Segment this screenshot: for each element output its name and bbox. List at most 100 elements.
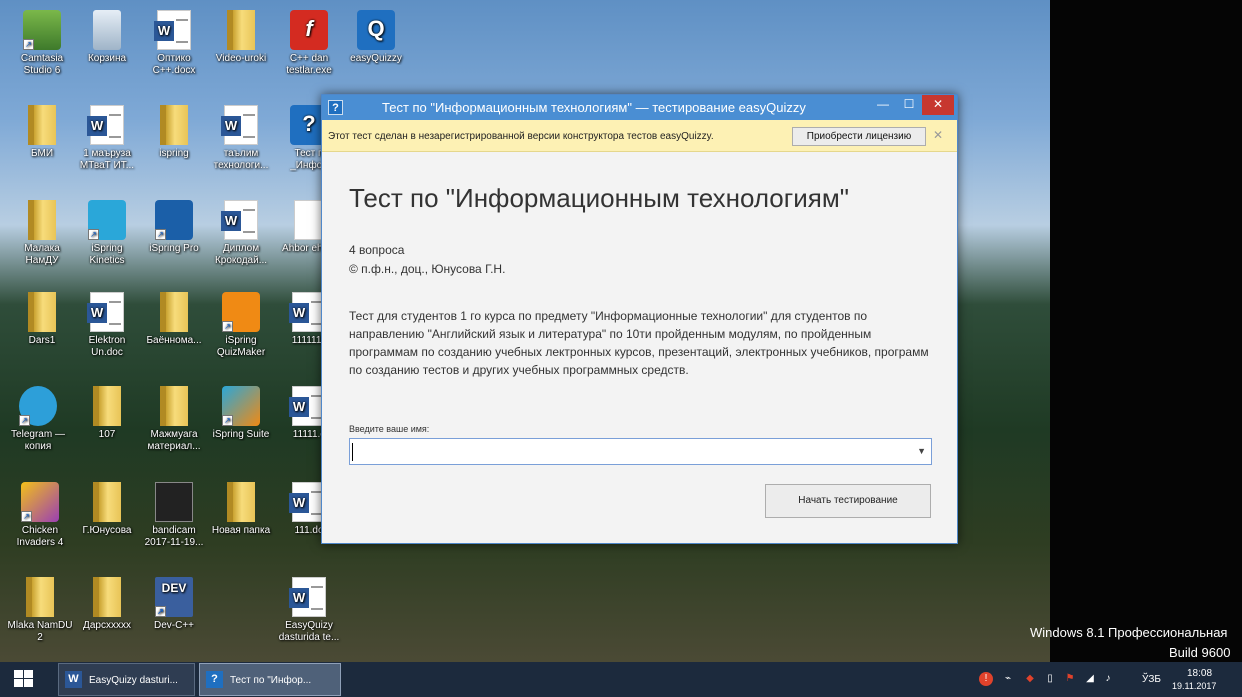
recycle-bin-icon [93, 10, 121, 50]
desktop-icon-ispring-pro[interactable]: ↗ iSpring Pro [141, 200, 207, 286]
desktop-icon-diplom[interactable]: Диплом Крокодай... [208, 200, 274, 286]
desktop-icon-lecture1[interactable]: 1 маъруза МТваТ ИТ... [74, 105, 140, 191]
telegram-icon: ↗ [19, 386, 57, 426]
desktop-icon-yunusova[interactable]: Г.Юнусова [74, 482, 140, 568]
desktop-icon-talim[interactable]: таълим технологи... [208, 105, 274, 191]
wifi-icon[interactable]: ◢ [1083, 672, 1097, 686]
start-button[interactable] [0, 662, 48, 697]
desktop-icon-camtasia[interactable]: ↗ Camtasia Studio 6 [9, 10, 75, 96]
easyquizzy-icon: ? [206, 671, 223, 688]
desktop-icon-malaka[interactable]: Малака НамДУ [9, 200, 75, 286]
clock-date[interactable]: 19.11.2017 [1172, 681, 1216, 691]
shield-icon[interactable]: ◆ [1023, 672, 1037, 686]
desktop-icon-ispring-folder[interactable]: ispring [141, 105, 207, 191]
easyquizzy-icon: ? [328, 100, 343, 115]
system-tray: ! ⌁ ◆ ▯ ⚑ ◢ ♪ ЎЗБ 18:08 19.11.2017 [975, 662, 1242, 697]
word-doc-icon [87, 292, 124, 332]
taskbar-item-word[interactable]: W EasyQuizy dasturi... [58, 663, 195, 696]
windows-logo-icon [14, 670, 34, 688]
desktop-icon-telegram[interactable]: ↗ Telegram — копия [5, 386, 71, 472]
folder-icon [160, 386, 188, 426]
question-count: 4 вопроса [349, 243, 405, 257]
chevron-down-icon[interactable]: ▼ [917, 446, 926, 456]
desktop: ↗ Camtasia Studio 6 БМИ Малака НамДУ Dars… [0, 0, 1242, 697]
word-doc-icon [289, 577, 326, 617]
notice-close-icon[interactable]: ✕ [933, 128, 943, 142]
test-author: © п.ф.н., доц., Юнусова Г.Н. [349, 262, 506, 276]
minimize-button[interactable]: — [870, 95, 896, 115]
name-field-label: Введите ваше имя: [349, 424, 430, 434]
clock-time[interactable]: 18:08 [1187, 668, 1212, 679]
word-doc-icon [221, 105, 258, 145]
start-test-button[interactable]: Начать тестирование [765, 484, 931, 518]
desktop-icon-devcpp[interactable]: DEV ↗ Dev-C++ [141, 577, 207, 663]
folder-icon [227, 482, 255, 522]
word-doc-icon: W [65, 671, 82, 688]
buy-license-button[interactable]: Приобрести лицензию [792, 127, 926, 146]
desktop-icon-mlaka2[interactable]: Mlaka NamDU 2 [7, 577, 73, 663]
desktop-icon-bayonnoma[interactable]: Баённома... [141, 292, 207, 378]
test-start-panel: Тест по "Информационным технологиям" 4 в… [322, 153, 957, 543]
flash-icon: f [290, 10, 328, 50]
desktop-icon-dars[interactable]: Дарсxxxxx [74, 577, 140, 663]
desktop-icon-ispring-kinetics[interactable]: ↗ iSpring Kinetics [74, 200, 140, 286]
desktop-icon-optiko[interactable]: Оптико C++.docx [141, 10, 207, 96]
name-input[interactable]: ▼ [349, 438, 932, 465]
desktop-icon-majmuaga[interactable]: Мажмуага материал... [141, 386, 207, 472]
desktop-icon-bandicam[interactable]: bandicam 2017-11-19... [141, 482, 207, 568]
window-title: Тест по "Информационным технологиям" — т… [382, 100, 806, 115]
folder-icon [93, 386, 121, 426]
ispring-quizmaker-icon: ↗ [222, 292, 260, 332]
ispring-pro-icon: ↗ [155, 200, 193, 240]
windows-watermark-edition: Windows 8.1 Профессиональная [1030, 625, 1228, 640]
taskbar: W EasyQuizy dasturi... ? Тест по "Инфор.… [0, 662, 1242, 697]
desktop-icon-easyquizy-doc[interactable]: EasyQuizy dasturida te... [276, 577, 342, 663]
desktop-icon-cpp-tests[interactable]: f C++ dan testlar.exe [276, 10, 342, 96]
desktop-icon-dars1[interactable]: Dars1 [9, 292, 75, 378]
network-icon[interactable]: ⌁ [1001, 672, 1015, 686]
volume-icon[interactable]: ♪ [1101, 672, 1115, 686]
word-doc-icon [154, 10, 191, 50]
desktop-icon-ispring-suite[interactable]: ↗ iSpring Suite [208, 386, 274, 472]
bandicam-icon [155, 482, 193, 522]
desktop-icon-ispring-quizmaker[interactable]: ↗ iSpring QuizMaker [208, 292, 274, 378]
easyquizzy-window: ? Тест по "Информационным технологиям" —… [321, 94, 958, 544]
folder-icon [93, 577, 121, 617]
desktop-icon-elektron[interactable]: Elektron Un.doc [74, 292, 140, 378]
folder-icon [227, 10, 255, 50]
flag-icon[interactable]: ⚑ [1063, 672, 1077, 686]
desktop-icon-recycle-bin[interactable]: Корзина [74, 10, 140, 96]
folder-icon [160, 292, 188, 332]
folder-icon [160, 105, 188, 145]
wallpaper-black-area [1050, 0, 1242, 662]
ispring-kinetics-icon: ↗ [88, 200, 126, 240]
folder-icon [28, 105, 56, 145]
devcpp-icon: DEV ↗ [155, 577, 193, 617]
battery-icon[interactable]: ▯ [1043, 672, 1057, 686]
document-icon [294, 200, 324, 240]
maximize-button[interactable]: ☐ [896, 95, 922, 115]
language-indicator[interactable]: ЎЗБ [1142, 674, 1161, 685]
word-doc-icon [87, 105, 124, 145]
text-caret [352, 443, 353, 461]
desktop-icon-video-uroki[interactable]: Video-uroki [208, 10, 274, 96]
ispring-suite-icon: ↗ [222, 386, 260, 426]
test-title: Тест по "Информационным технологиям" [349, 183, 849, 213]
word-doc-icon [221, 200, 258, 240]
notice-text: Этот тест сделан в незарегистрированной … [328, 131, 714, 142]
easyquizzy-icon: Q [357, 10, 395, 50]
windows-watermark-build: Build 9600 [1169, 645, 1231, 660]
desktop-icon-chicken-invaders[interactable]: ↗ Chicken Invaders 4 [7, 482, 73, 568]
window-titlebar[interactable]: ? Тест по "Информационным технологиям" —… [322, 95, 957, 120]
folder-icon [93, 482, 121, 522]
folder-icon [28, 200, 56, 240]
chicken-invaders-icon: ↗ [21, 482, 59, 522]
taskbar-item-easyquizzy[interactable]: ? Тест по "Инфор... [199, 663, 341, 696]
desktop-icon-bmi[interactable]: БМИ [9, 105, 75, 191]
desktop-icon-107[interactable]: 107 [74, 386, 140, 472]
test-description: Тест для студентов 1 го курса по предмет… [349, 309, 929, 377]
desktop-icon-new-folder[interactable]: Новая папка [208, 482, 274, 568]
desktop-icon-easyquizzy[interactable]: QeasyQuizzy [343, 10, 409, 96]
close-button[interactable]: ✕ [922, 95, 954, 115]
alert-icon[interactable]: ! [979, 672, 993, 686]
